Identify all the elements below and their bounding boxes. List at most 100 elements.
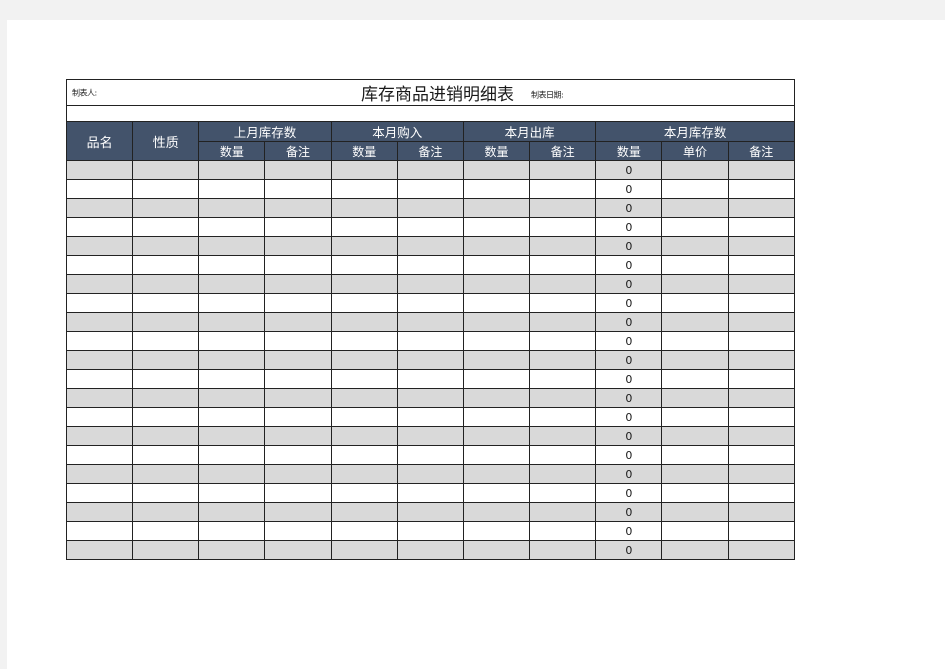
cell-unit_price[interactable]: [661, 312, 729, 332]
cell-pinming[interactable]: [65, 369, 134, 389]
cell-unit_price[interactable]: [661, 407, 729, 427]
cell-pinming[interactable]: [65, 521, 134, 541]
cell-unit_price[interactable]: [661, 369, 729, 389]
cell-out_remark[interactable]: [529, 388, 597, 408]
cell-last_remark[interactable]: [264, 388, 332, 408]
cell-stock_remark[interactable]: [727, 198, 796, 218]
cell-out_qty[interactable]: [462, 483, 531, 503]
cell-stock_qty[interactable]: 0: [595, 274, 663, 294]
cell-unit_price[interactable]: [661, 160, 729, 180]
cell-out_remark[interactable]: [529, 274, 597, 294]
cell-pinming[interactable]: [65, 445, 134, 465]
cell-buy_remark[interactable]: [396, 217, 464, 237]
cell-last_remark[interactable]: [264, 293, 332, 313]
cell-buy_remark[interactable]: [396, 483, 464, 503]
cell-last_qty[interactable]: [198, 540, 266, 560]
cell-unit_price[interactable]: [661, 502, 729, 522]
cell-out_remark[interactable]: [529, 331, 597, 351]
cell-out_remark[interactable]: [529, 521, 597, 541]
cell-pinming[interactable]: [65, 388, 134, 408]
cell-stock_qty[interactable]: 0: [595, 388, 663, 408]
cell-stock_remark[interactable]: [727, 236, 796, 256]
cell-last_remark[interactable]: [264, 483, 332, 503]
cell-out_qty[interactable]: [462, 502, 531, 522]
cell-buy_qty[interactable]: [330, 445, 398, 465]
cell-out_qty[interactable]: [462, 293, 531, 313]
cell-buy_qty[interactable]: [330, 236, 398, 256]
cell-out_qty[interactable]: [462, 331, 531, 351]
cell-last_remark[interactable]: [264, 236, 332, 256]
cell-buy_qty[interactable]: [330, 426, 398, 446]
cell-buy_remark[interactable]: [396, 179, 464, 199]
cell-unit_price[interactable]: [661, 521, 729, 541]
cell-pinming[interactable]: [65, 274, 134, 294]
cell-stock_qty[interactable]: 0: [595, 540, 663, 560]
cell-buy_remark[interactable]: [396, 331, 464, 351]
cell-out_remark[interactable]: [529, 464, 597, 484]
cell-last_remark[interactable]: [264, 160, 332, 180]
cell-unit_price[interactable]: [661, 179, 729, 199]
cell-stock_remark[interactable]: [727, 521, 796, 541]
cell-out_qty[interactable]: [462, 407, 531, 427]
cell-xingzhi[interactable]: [132, 483, 200, 503]
cell-unit_price[interactable]: [661, 445, 729, 465]
cell-pinming[interactable]: [65, 293, 134, 313]
cell-xingzhi[interactable]: [132, 388, 200, 408]
cell-out_qty[interactable]: [462, 426, 531, 446]
cell-buy_remark[interactable]: [396, 540, 464, 560]
cell-last_qty[interactable]: [198, 274, 266, 294]
cell-buy_remark[interactable]: [396, 350, 464, 370]
cell-out_remark[interactable]: [529, 445, 597, 465]
cell-pinming[interactable]: [65, 236, 134, 256]
cell-out_remark[interactable]: [529, 312, 597, 332]
cell-stock_remark[interactable]: [727, 464, 796, 484]
cell-unit_price[interactable]: [661, 388, 729, 408]
cell-out_qty[interactable]: [462, 388, 531, 408]
cell-last_remark[interactable]: [264, 198, 332, 218]
cell-last_qty[interactable]: [198, 331, 266, 351]
cell-stock_remark[interactable]: [727, 179, 796, 199]
cell-out_remark[interactable]: [529, 540, 597, 560]
cell-last_qty[interactable]: [198, 369, 266, 389]
cell-buy_remark[interactable]: [396, 274, 464, 294]
cell-stock_qty[interactable]: 0: [595, 407, 663, 427]
cell-buy_remark[interactable]: [396, 198, 464, 218]
cell-stock_remark[interactable]: [727, 445, 796, 465]
cell-last_remark[interactable]: [264, 350, 332, 370]
cell-xingzhi[interactable]: [132, 274, 200, 294]
cell-out_qty[interactable]: [462, 445, 531, 465]
cell-unit_price[interactable]: [661, 293, 729, 313]
cell-out_remark[interactable]: [529, 426, 597, 446]
cell-last_remark[interactable]: [264, 274, 332, 294]
cell-pinming[interactable]: [65, 179, 134, 199]
cell-out_remark[interactable]: [529, 179, 597, 199]
cell-stock_qty[interactable]: 0: [595, 350, 663, 370]
cell-out_remark[interactable]: [529, 198, 597, 218]
cell-stock_qty[interactable]: 0: [595, 369, 663, 389]
cell-pinming[interactable]: [65, 464, 134, 484]
cell-last_qty[interactable]: [198, 483, 266, 503]
cell-buy_remark[interactable]: [396, 312, 464, 332]
cell-pinming[interactable]: [65, 312, 134, 332]
cell-out_qty[interactable]: [462, 179, 531, 199]
cell-stock_remark[interactable]: [727, 407, 796, 427]
cell-unit_price[interactable]: [661, 236, 729, 256]
cell-xingzhi[interactable]: [132, 426, 200, 446]
cell-out_remark[interactable]: [529, 160, 597, 180]
cell-xingzhi[interactable]: [132, 255, 200, 275]
cell-buy_qty[interactable]: [330, 369, 398, 389]
cell-unit_price[interactable]: [661, 331, 729, 351]
cell-stock_remark[interactable]: [727, 540, 796, 560]
cell-out_remark[interactable]: [529, 293, 597, 313]
cell-last_remark[interactable]: [264, 426, 332, 446]
cell-pinming[interactable]: [65, 426, 134, 446]
cell-out_remark[interactable]: [529, 350, 597, 370]
cell-stock_qty[interactable]: 0: [595, 160, 663, 180]
cell-stock_qty[interactable]: 0: [595, 179, 663, 199]
cell-pinming[interactable]: [65, 483, 134, 503]
cell-stock_qty[interactable]: 0: [595, 483, 663, 503]
cell-unit_price[interactable]: [661, 255, 729, 275]
cell-out_qty[interactable]: [462, 464, 531, 484]
cell-xingzhi[interactable]: [132, 198, 200, 218]
cell-unit_price[interactable]: [661, 426, 729, 446]
